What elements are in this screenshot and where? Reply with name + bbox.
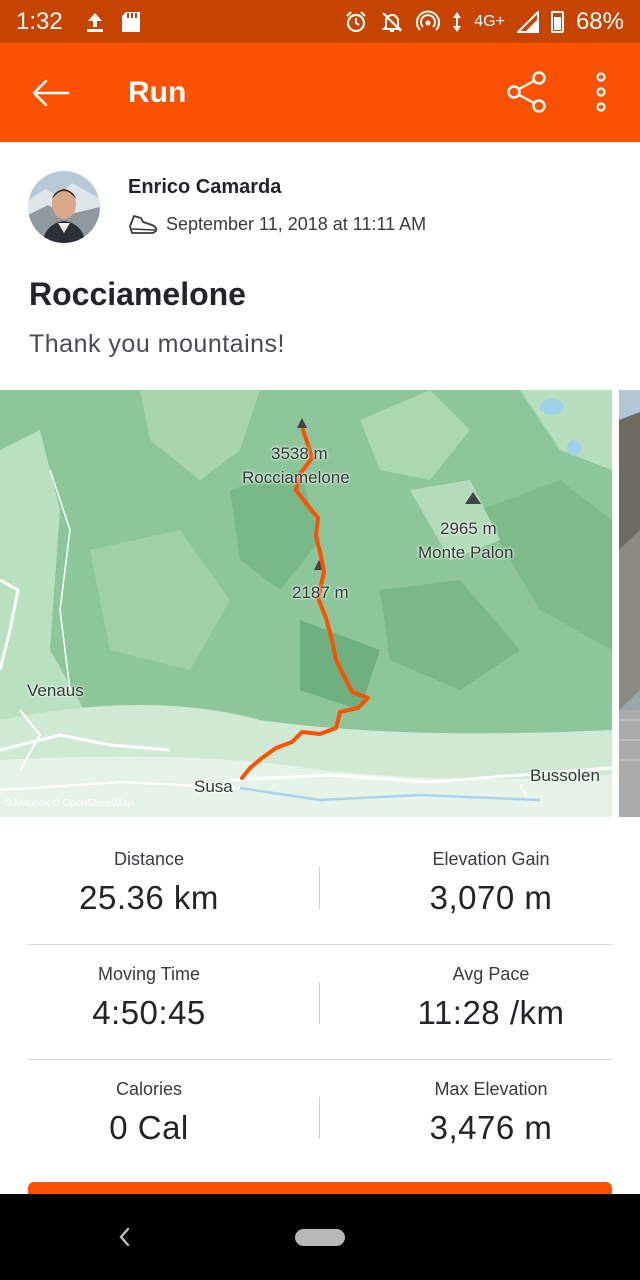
alarm-icon [346,10,367,32]
hotspot-icon [416,10,441,31]
stat-value: 25.36 km [79,879,219,916]
status-time: 1:32 [16,7,63,35]
nav-home-button[interactable] [295,1229,345,1246]
stat-row: Calories 0 Cal Max Elevation 3,476 m [28,1060,612,1175]
stat-moving-time: Moving Time 4:50:45 [28,945,270,1032]
battery-icon [550,10,564,33]
activity-date: September 11, 2018 at 11:11 AM [166,213,427,234]
stat-value: 0 Cal [109,1109,189,1146]
stat-calories: Calories 0 Cal [28,1060,270,1147]
nav-back-button[interactable] [110,1216,138,1258]
stat-elevation-gain: Elevation Gain 3,070 m [380,830,602,917]
map-label-mid-elevation: 2187 m [292,583,349,602]
stat-avg-pace: Avg Pace 11:28 /km [380,945,602,1032]
upload-icon [86,12,103,32]
stat-label: Distance [113,849,185,869]
map-label-palon-elevation: 2965 m [440,519,497,538]
map-label-peak-name: Rocciamelone [242,468,350,487]
stat-value: 3,476 m [429,1109,553,1146]
arrow-back-icon [32,79,70,106]
avatar[interactable] [28,171,100,243]
share-button[interactable] [500,65,554,119]
stat-row: Moving Time 4:50:45 Avg Pace 11:28 /km [28,945,612,1060]
battery-percent: 68% [575,7,624,35]
more-options-button[interactable] [578,65,624,119]
next-photo-preview[interactable] [619,390,640,817]
back-button[interactable] [0,43,100,142]
activity-stats: Distance 25.36 km Elevation Gain 3,070 m… [28,830,612,1175]
network-type: 4G+ [474,12,505,30]
stat-value: 4:50:45 [92,994,206,1031]
map-label-susa: Susa [194,777,233,796]
stat-value: 3,070 m [429,879,553,916]
map-label-venaus: Venaus [27,681,84,700]
status-bar: 1:32 4G+ 68% [0,0,640,43]
stat-label: Max Elevation [434,1079,548,1099]
share-icon [507,71,546,113]
stat-max-elevation: Max Elevation 3,476 m [380,1060,602,1147]
route-map[interactable]: 3538 m Rocciamelone 2965 m Monte Palon 2… [0,390,612,817]
stat-label: Elevation Gain [432,849,550,869]
data-arrows-icon [453,11,462,32]
chevron-left-icon [119,1227,130,1247]
map-label-bussoleno: Bussolen [530,766,600,785]
athlete-name[interactable]: Enrico Camarda [128,176,281,199]
stat-value: 11:28 /km [417,994,565,1031]
stat-label: Avg Pace [452,964,530,984]
map-label-palon-name: Monte Palon [418,543,514,562]
stat-label: Moving Time [97,964,201,984]
stat-divider [319,1097,320,1139]
avatar-photo [28,171,100,243]
stat-label: Calories [115,1079,183,1099]
shoe-icon [129,215,158,234]
more-vert-icon [596,72,606,112]
notifications-off-icon [381,11,403,32]
stat-row: Distance 25.36 km Elevation Gain 3,070 m [28,830,612,945]
sd-card-icon [121,11,140,32]
activity-meta: September 11, 2018 at 11:11 AM [128,213,426,235]
stat-distance: Distance 25.36 km [28,830,270,917]
activity-description: Thank you mountains! [29,330,285,358]
stat-divider [319,982,320,1024]
signal-icon [516,10,539,33]
map-attribution[interactable]: © Mapbox © OpenStreetMap [4,798,133,809]
app-bar: Run [0,43,640,142]
page-title: Run [128,75,187,109]
activity-title: Rocciamelone [29,276,246,312]
stat-divider [319,867,320,909]
photo-thumbnail [619,390,640,817]
map-label-peak-elevation: 3538 m [271,444,328,463]
